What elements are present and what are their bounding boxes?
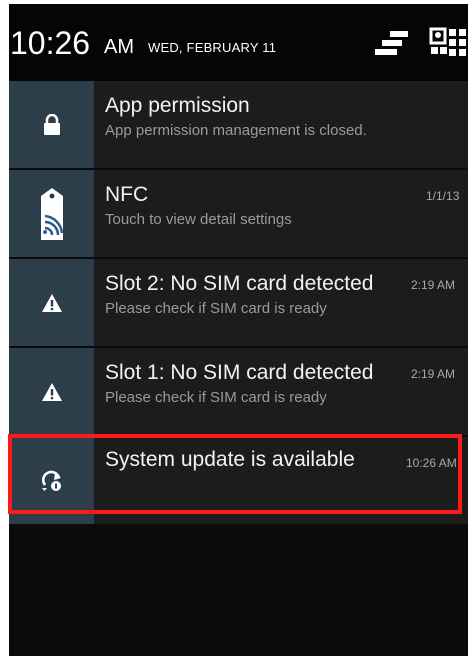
notification-subtitle: App permission management is closed.: [105, 122, 367, 139]
notification-system-update[interactable]: System update is available 10:26 AM: [9, 437, 468, 524]
notification-title: NFC: [105, 183, 149, 206]
notification-icon-box: [9, 437, 94, 524]
notification-icon-box: [9, 81, 94, 168]
clock-time: 10:26: [10, 25, 91, 61]
clock-ampm: AM: [104, 36, 134, 58]
notification-time: 10:26 AM: [406, 456, 457, 470]
notification-title: System update is available: [105, 448, 355, 471]
notification-time: 2:19 AM: [411, 367, 456, 381]
notification-subtitle: Please check if SIM card is ready: [105, 389, 327, 406]
notification-shade: 10:26 AM WED, FEBRUARY 11 App permission…: [9, 4, 468, 656]
notification-time: 1/1/13: [426, 189, 460, 203]
quick-settings-icon[interactable]: [374, 30, 410, 58]
notification-subtitle: Please check if SIM card is ready: [105, 300, 327, 317]
notification-subtitle: Touch to view detail settings: [105, 211, 292, 228]
status-header: 10:26 AM WED, FEBRUARY 11: [9, 4, 468, 81]
notification-slot2-sim[interactable]: Slot 2: No SIM card detected Please chec…: [9, 259, 468, 346]
notification-icon-box: [9, 348, 94, 435]
notification-nfc[interactable]: NFC Touch to view detail settings 1/1/13: [9, 170, 468, 257]
notification-icon-box: [9, 170, 94, 257]
notification-title: Slot 1: No SIM card detected: [105, 361, 374, 384]
notification-grid-icon[interactable]: [428, 27, 468, 61]
notification-slot1-sim[interactable]: Slot 1: No SIM card detected Please chec…: [9, 348, 468, 435]
clock-date: WED, FEBRUARY 11: [148, 40, 277, 55]
notification-app-permission[interactable]: App permission App permission management…: [9, 81, 468, 168]
notification-title: Slot 2: No SIM card detected: [105, 272, 374, 295]
notification-time: 2:19 AM: [411, 278, 456, 292]
notification-icon-box: [9, 259, 94, 346]
notification-title: App permission: [105, 94, 250, 117]
